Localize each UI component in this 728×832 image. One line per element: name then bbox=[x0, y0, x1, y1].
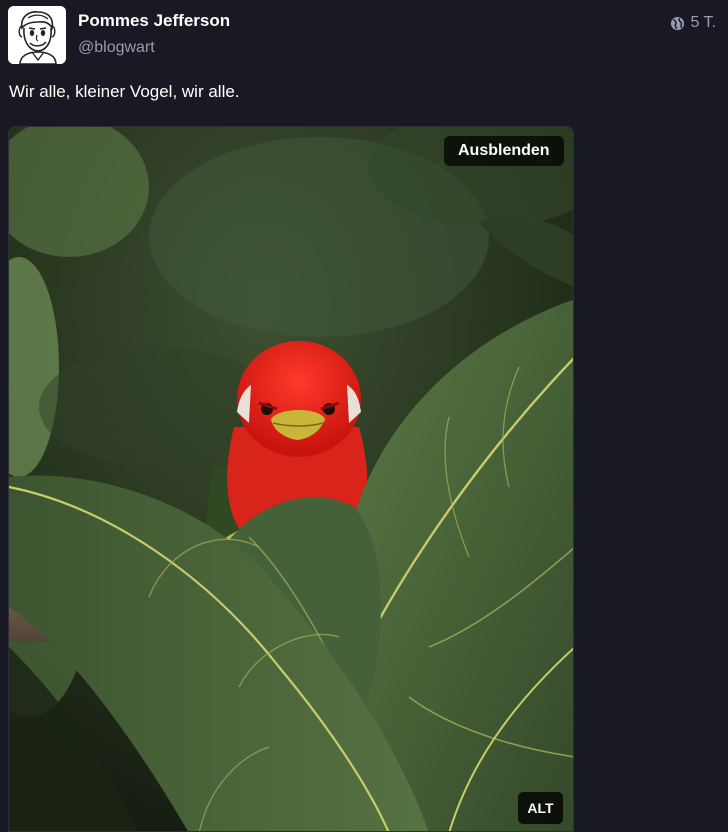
relative-time[interactable]: 5 T. bbox=[691, 14, 717, 32]
avatar[interactable] bbox=[8, 6, 66, 64]
post-meta: 5 T. bbox=[670, 14, 717, 32]
account-handle[interactable]: @blogwart bbox=[78, 39, 155, 57]
status-post: Pommes Jefferson @blogwart 5 T. Wir alle… bbox=[0, 0, 728, 832]
bird-photo bbox=[9, 127, 573, 831]
post-text: Wir alle, kleiner Vogel, wir alle. bbox=[9, 82, 240, 101]
globe-icon bbox=[670, 16, 684, 30]
display-name[interactable]: Pommes Jefferson bbox=[78, 11, 230, 31]
cartoon-man-avatar-icon bbox=[8, 6, 66, 64]
hide-media-button[interactable]: Ausblenden bbox=[444, 136, 564, 166]
alt-text-badge[interactable]: ALT bbox=[518, 792, 563, 824]
media-attachment[interactable]: Ausblenden ALT bbox=[8, 126, 574, 832]
